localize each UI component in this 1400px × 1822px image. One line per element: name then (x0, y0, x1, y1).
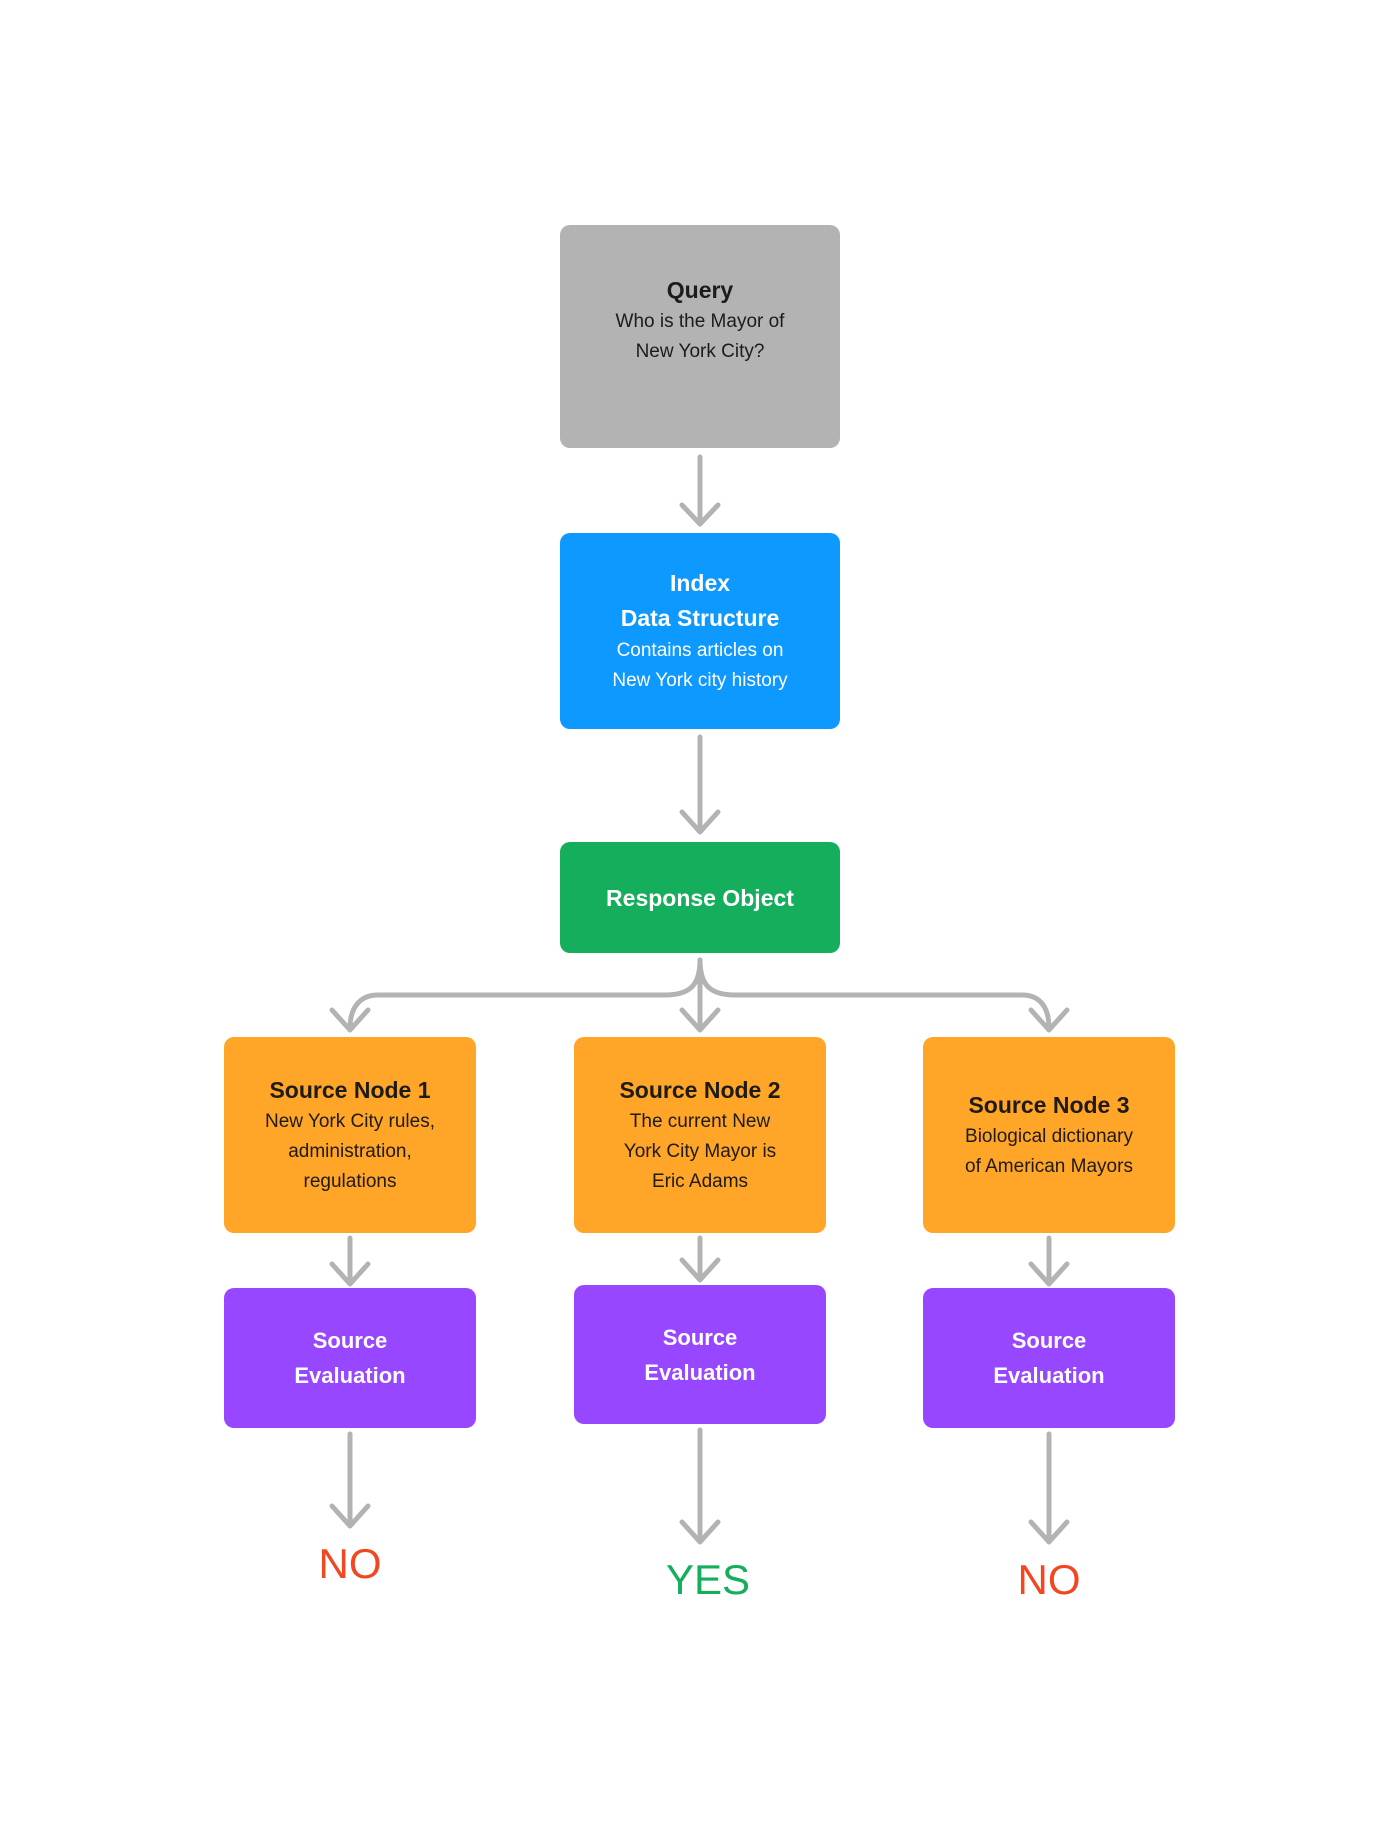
source-title: Source Node 1 (269, 1077, 431, 1103)
result-yes: YES (665, 1556, 751, 1603)
index-node: Index Data Structure Contains articles o… (560, 533, 840, 729)
source-node-2: Source Node 2 The current New York City … (574, 1037, 826, 1233)
arrow-response-to-source-3 (697, 957, 1070, 1033)
response-object-node: Response Object (560, 842, 840, 953)
source-evaluation-node-1: Source Evaluation (224, 1288, 476, 1428)
arrow-eval-1-to-result (329, 1431, 371, 1529)
source-text-line: regulations (303, 1171, 397, 1192)
source-text-line: administration, (288, 1141, 412, 1162)
evaluation-title: Evaluation (993, 1363, 1105, 1388)
arrow-response-to-source-1 (329, 957, 703, 1033)
evaluation-title: Evaluation (294, 1363, 406, 1388)
index-text-line: New York city history (612, 670, 788, 691)
query-node: Query Who is the Mayor of New York City? (560, 225, 840, 448)
arrow-source-1-to-eval (329, 1235, 371, 1287)
source-evaluation-node-2: Source Evaluation (574, 1285, 826, 1424)
source-title: Source Node 3 (968, 1092, 1130, 1118)
index-title: Data Structure (620, 605, 780, 631)
evaluation-title: Source (312, 1328, 388, 1353)
source-node-1: Source Node 1 New York City rules, admin… (224, 1037, 476, 1233)
arrow-source-2-to-eval (679, 1235, 721, 1283)
source-title: Source Node 2 (619, 1077, 781, 1103)
source-text-line: York City Mayor is (623, 1141, 777, 1162)
source-text-line: The current New (629, 1111, 771, 1132)
source-text-line: of American Mayors (965, 1156, 1133, 1177)
query-text-line: New York City? (635, 341, 765, 362)
query-title: Query (666, 277, 734, 303)
arrow-query-to-index (679, 454, 721, 527)
source-evaluation-node-3: Source Evaluation (923, 1288, 1175, 1428)
index-title: Index (669, 570, 731, 596)
arrow-index-to-response (679, 734, 721, 835)
source-text-line: Biological dictionary (965, 1126, 1133, 1147)
query-text-line: Who is the Mayor of (615, 311, 785, 332)
result-no-3: NO (1017, 1556, 1081, 1603)
source-text-line: New York City rules, (264, 1111, 435, 1132)
evaluation-title: Source (662, 1324, 738, 1350)
index-text-line: Contains articles on (616, 640, 784, 661)
evaluation-title: Source (1011, 1328, 1087, 1353)
source-node-3: Source Node 3 Biological dictionary of A… (923, 1037, 1175, 1233)
result-no-1: NO (318, 1540, 382, 1587)
arrow-source-3-to-eval (1028, 1235, 1070, 1287)
response-title: Response Object (606, 884, 794, 911)
arrow-eval-2-to-result (679, 1427, 721, 1545)
evaluation-title: Evaluation (644, 1359, 756, 1385)
arrow-eval-3-to-result (1028, 1431, 1070, 1545)
source-text-line: Eric Adams (651, 1171, 749, 1192)
